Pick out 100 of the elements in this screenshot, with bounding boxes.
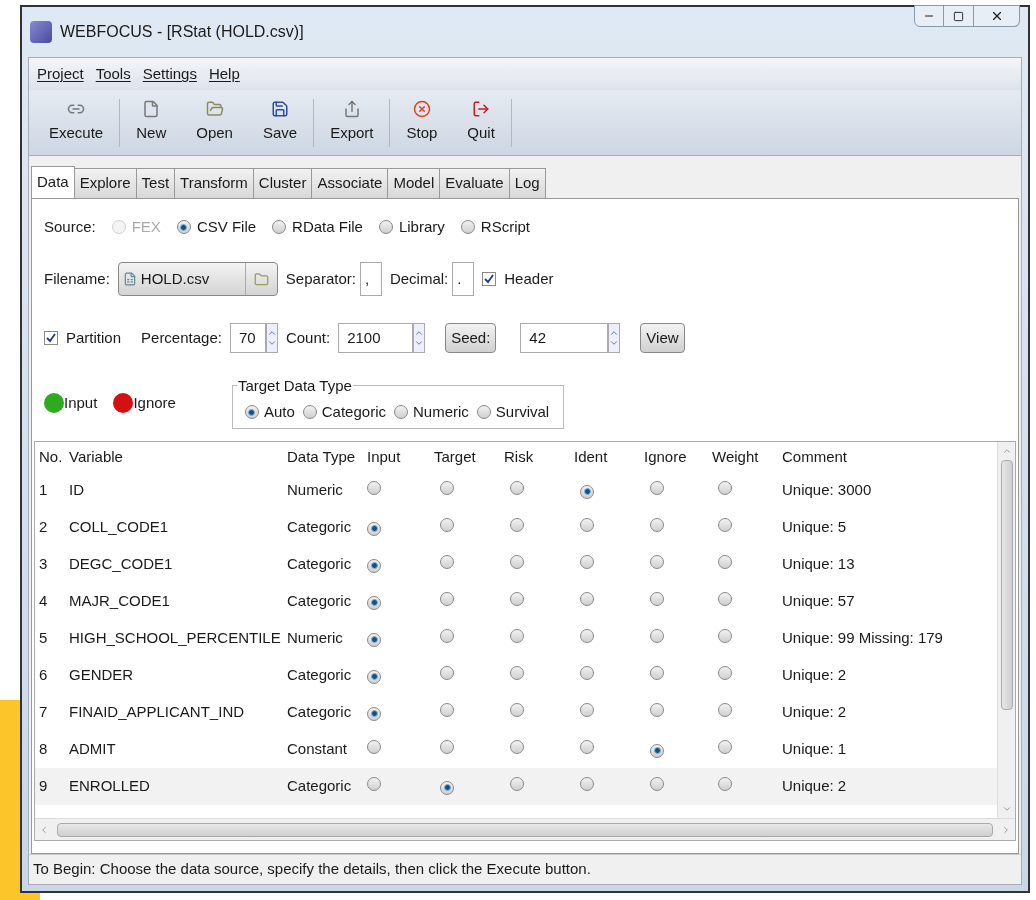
toolbar-button[interactable]: Stop <box>398 100 446 145</box>
filename-picker[interactable]: HOLD.csv <box>117 262 278 296</box>
column-header[interactable]: Target <box>434 445 504 469</box>
checkbox[interactable] <box>482 272 497 286</box>
radio-button[interactable] <box>378 220 393 234</box>
radio-button[interactable] <box>367 632 381 647</box>
radio-button[interactable] <box>650 481 664 496</box>
menu-item[interactable]: Tools <box>95 62 131 86</box>
radio-button[interactable] <box>650 555 664 570</box>
radio-button[interactable] <box>718 666 732 681</box>
radio-button[interactable] <box>367 777 381 792</box>
seed-field[interactable]: 42 <box>520 323 609 353</box>
radio-button[interactable] <box>176 220 191 234</box>
radio-button[interactable] <box>718 518 732 533</box>
column-header[interactable]: Risk <box>504 445 574 469</box>
radio-button[interactable] <box>367 521 381 536</box>
radio-button[interactable] <box>244 405 259 419</box>
menu-item[interactable]: Project <box>37 62 84 86</box>
radio-button[interactable] <box>440 518 454 533</box>
radio-button[interactable] <box>718 703 732 718</box>
tab[interactable]: Explore <box>73 168 137 198</box>
decimal-field[interactable]: . <box>452 262 475 296</box>
tab[interactable]: Model <box>387 168 441 198</box>
tab[interactable]: Log <box>508 168 546 198</box>
radio-button[interactable] <box>580 592 594 607</box>
radio-button[interactable] <box>367 706 381 721</box>
radio-button[interactable] <box>650 629 664 644</box>
radio-button[interactable] <box>440 481 454 496</box>
radio-button[interactable] <box>718 629 732 644</box>
radio-button[interactable] <box>718 592 732 607</box>
column-header[interactable]: Data Type <box>287 445 367 469</box>
radio-button[interactable] <box>440 666 454 681</box>
radio-button[interactable] <box>718 481 732 496</box>
radio-button[interactable] <box>302 405 317 419</box>
radio-button[interactable] <box>580 484 594 499</box>
radio-button[interactable] <box>580 703 594 718</box>
toolbar-button[interactable]: Export <box>322 100 382 145</box>
scroll-down-icon[interactable] <box>1001 804 1012 814</box>
tab[interactable]: Cluster <box>252 168 313 198</box>
tab[interactable]: Associate <box>311 168 389 198</box>
radio-button[interactable] <box>510 703 524 718</box>
radio-button[interactable] <box>440 703 454 718</box>
radio-button[interactable] <box>440 555 454 570</box>
spinner-arrows[interactable] <box>608 323 621 353</box>
radio-button[interactable] <box>650 743 664 758</box>
maximize-button[interactable] <box>944 5 974 27</box>
toolbar-button[interactable]: Quit <box>459 100 503 145</box>
scroll-up-icon[interactable] <box>1001 446 1012 456</box>
radio-button[interactable] <box>650 703 664 718</box>
tab[interactable]: Data <box>31 166 75 198</box>
menu-item[interactable]: Help <box>208 62 240 86</box>
toolbar-button[interactable]: Open <box>188 100 241 145</box>
radio-button[interactable] <box>650 592 664 607</box>
radio-button[interactable] <box>650 518 664 533</box>
column-header[interactable]: No. <box>39 445 69 469</box>
radio-button[interactable] <box>718 777 732 792</box>
radio-button[interactable] <box>367 558 381 573</box>
radio-button[interactable] <box>476 405 491 419</box>
column-header[interactable]: Ident <box>574 445 644 469</box>
radio-button[interactable] <box>367 481 381 496</box>
radio-button[interactable] <box>367 740 381 755</box>
radio-button[interactable] <box>367 669 381 684</box>
radio-button[interactable] <box>580 666 594 681</box>
toolbar-button[interactable]: Save <box>254 100 306 145</box>
count-field[interactable]: 2100 <box>338 323 414 353</box>
radio-button[interactable] <box>718 555 732 570</box>
radio-button[interactable] <box>510 518 524 533</box>
scroll-right-icon[interactable] <box>1001 824 1011 835</box>
radio-button[interactable] <box>580 777 594 792</box>
menu-item[interactable]: Settings <box>142 62 197 86</box>
column-header[interactable]: Weight <box>712 445 782 469</box>
radio-button[interactable] <box>272 220 287 234</box>
tab[interactable]: Transform <box>174 168 254 198</box>
scroll-left-icon[interactable] <box>39 824 49 835</box>
radio-button[interactable] <box>650 666 664 681</box>
horizontal-scrollbar[interactable] <box>35 818 1015 840</box>
view-button[interactable]: View <box>640 323 685 353</box>
toolbar-button[interactable]: Execute <box>41 100 112 145</box>
radio-button[interactable] <box>394 405 408 419</box>
radio-button[interactable] <box>580 740 594 755</box>
radio-button[interactable] <box>580 555 594 570</box>
vertical-scrollbar[interactable] <box>997 442 1015 818</box>
radio-button[interactable] <box>367 595 381 610</box>
radio-button[interactable] <box>460 220 475 234</box>
tab[interactable]: Test <box>135 168 176 198</box>
checkbox[interactable] <box>44 331 58 345</box>
radio-button[interactable] <box>510 666 524 681</box>
radio-button[interactable] <box>440 592 454 607</box>
radio-button[interactable] <box>580 518 594 533</box>
radio-button[interactable] <box>650 777 664 792</box>
radio-button[interactable] <box>510 777 524 792</box>
column-header[interactable]: Comment <box>782 445 993 469</box>
spinner-arrows[interactable] <box>413 323 426 353</box>
column-header[interactable]: Input <box>367 445 434 469</box>
radio-button[interactable] <box>440 780 454 795</box>
radio-button[interactable] <box>510 740 524 755</box>
seed-button[interactable]: Seed: <box>445 323 497 353</box>
toolbar-button[interactable]: New <box>128 100 175 145</box>
radio-button[interactable] <box>510 592 524 607</box>
radio-button[interactable] <box>440 740 454 755</box>
